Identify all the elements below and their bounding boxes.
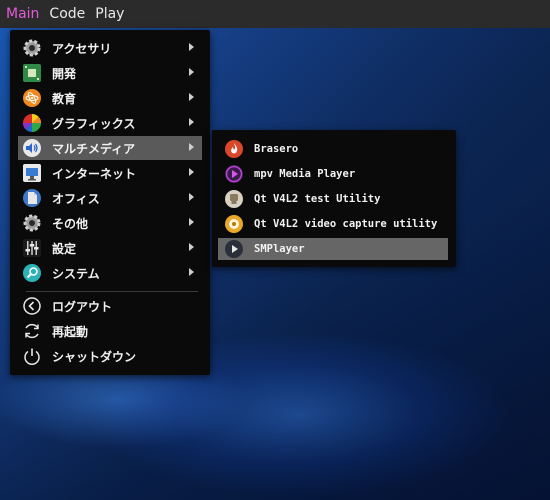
topbar-main[interactable]: Main [0,6,39,22]
accessories-gear-icon [22,38,42,58]
submenu-arrow-icon [189,143,194,151]
submenu-item-label: mpv Media Player [254,168,356,180]
submenu-item-label: Brasero [254,143,299,155]
menu-item-development[interactable]: 開発 [18,61,202,85]
menu-item-label: 教育 [52,91,77,106]
qv4l2-icon [224,189,244,209]
menu-item-settings[interactable]: 設定 [18,236,202,260]
submenu-arrow-icon [189,68,194,76]
menu-item-label: オフィス [52,191,100,206]
menu-item-label: アクセサリ [52,41,112,56]
development-board-icon [22,63,42,83]
mpv-icon [224,164,244,184]
top-panel: Main Code Play [0,0,550,28]
submenu-arrow-icon [189,268,194,276]
menu-item-logout[interactable]: ログアウト [18,294,202,318]
menu-item-label: グラフィックス [52,116,136,131]
submenu-item-qv4l2[interactable]: Qt V4L2 test Utility [218,188,448,210]
multimedia-submenu: Brasero mpv Media Player Qt V4L2 test Ut… [212,130,456,267]
logout-icon [22,296,42,316]
menu-item-graphics[interactable]: グラフィックス [18,111,202,135]
main-menu: アクセサリ 開発 教育 グラフィックス マルチメディア インターネット オフィス… [10,30,210,375]
reboot-icon [22,321,42,341]
menu-item-label: シャットダウン [52,349,137,364]
submenu-arrow-icon [189,218,194,226]
menu-item-education[interactable]: 教育 [18,86,202,110]
menu-item-label: マルチメディア [52,141,136,156]
topbar-play[interactable]: Play [89,6,124,22]
submenu-item-mpv[interactable]: mpv Media Player [218,163,448,185]
menu-item-label: その他 [52,216,89,231]
menu-item-reboot[interactable]: 再起動 [18,319,202,343]
submenu-item-label: Qt V4L2 video capture utility [254,218,438,230]
smplayer-icon [224,239,244,259]
system-search-icon [22,263,42,283]
menu-separator [26,291,198,292]
menu-item-label: ログアウト [52,299,113,314]
submenu-item-smplayer[interactable]: SMPlayer [218,238,448,260]
menu-item-shutdown[interactable]: シャットダウン [18,344,202,368]
shutdown-icon [22,346,42,366]
menu-item-label: 再起動 [52,324,89,339]
menu-item-label: 開発 [52,66,77,81]
menu-item-other[interactable]: その他 [18,211,202,235]
menu-item-label: 設定 [52,241,77,256]
submenu-arrow-icon [189,193,194,201]
brasero-icon [224,139,244,159]
menu-item-multimedia[interactable]: マルチメディア [18,136,202,160]
menu-item-accessories[interactable]: アクセサリ [18,36,202,60]
menu-item-label: インターネット [52,166,137,181]
topbar-code[interactable]: Code [43,6,85,22]
qvidcap-icon [224,214,244,234]
submenu-arrow-icon [189,243,194,251]
menu-item-label: システム [52,266,100,281]
submenu-item-brasero[interactable]: Brasero [218,138,448,160]
settings-sliders-icon [22,238,42,258]
graphics-colorwheel-icon [22,113,42,133]
submenu-arrow-icon [189,93,194,101]
menu-item-internet[interactable]: インターネット [18,161,202,185]
office-document-icon [22,188,42,208]
submenu-item-label: Qt V4L2 test Utility [254,193,381,205]
internet-network-icon [22,163,42,183]
education-atom-icon [22,88,42,108]
submenu-arrow-icon [189,118,194,126]
other-gear-icon [22,213,42,233]
submenu-item-label: SMPlayer [254,243,305,255]
submenu-arrow-icon [189,43,194,51]
menu-item-system[interactable]: システム [18,261,202,285]
submenu-item-qvidcap[interactable]: Qt V4L2 video capture utility [218,213,448,235]
multimedia-speaker-icon [22,138,42,158]
submenu-arrow-icon [189,168,194,176]
menu-item-office[interactable]: オフィス [18,186,202,210]
